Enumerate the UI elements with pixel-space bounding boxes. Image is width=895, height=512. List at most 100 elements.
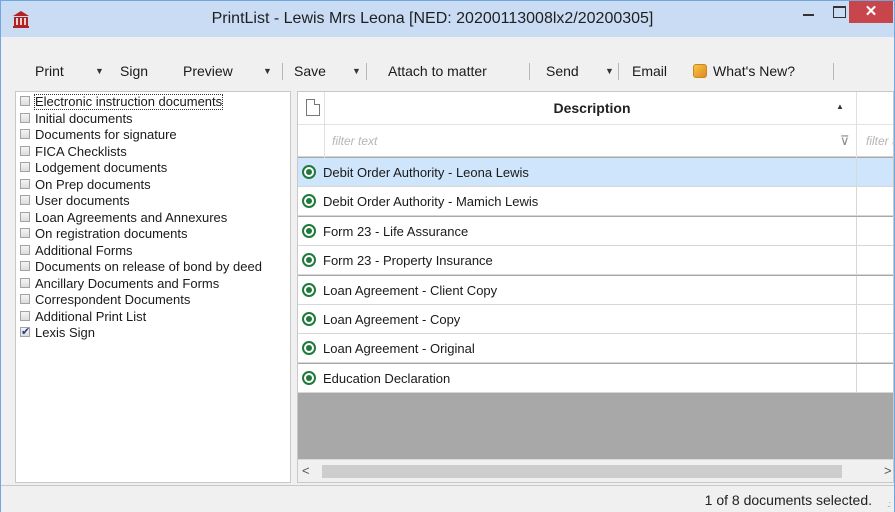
grid-header: Description ▲	[298, 92, 893, 125]
checkbox[interactable]	[20, 325, 30, 339]
document-row[interactable]: Form 23 - Property Insurance	[298, 246, 893, 276]
checkbox-label: Ancillary Documents and Forms	[35, 275, 220, 291]
resize-grip-icon[interactable]: .:	[887, 499, 891, 509]
filter-divider	[856, 125, 857, 158]
document-row[interactable]: Loan Agreement - Copy	[298, 305, 893, 334]
cell-divider	[856, 187, 857, 217]
title-bar[interactable]: PrintList - Lewis Mrs Leona [NED: 202001…	[1, 1, 894, 37]
lexis-sign-icon	[302, 312, 316, 326]
close-button[interactable]: ✕	[849, 1, 893, 23]
toolbar-separator	[833, 63, 834, 80]
checkbox-label: Additional Forms	[35, 242, 133, 258]
lexis-sign-icon	[302, 341, 316, 356]
header-divider	[856, 92, 857, 125]
checkbox[interactable]	[20, 162, 30, 172]
checkbox[interactable]	[20, 129, 30, 139]
document-row[interactable]: Loan Agreement - Client Copy	[298, 275, 893, 305]
checkbox-label: Electronic instruction documents	[33, 94, 224, 110]
preview-dropdown-icon[interactable]: ▼	[263, 55, 272, 87]
send-dropdown-icon[interactable]: ▼	[605, 55, 614, 87]
description-column-header[interactable]: Description	[322, 100, 862, 116]
cell-divider	[856, 246, 857, 276]
document-category-list: Electronic instruction documents Initial …	[15, 91, 291, 483]
cell-divider	[856, 334, 857, 364]
whats-new-label: What's New?	[713, 63, 796, 79]
cell-divider	[856, 158, 857, 187]
checkbox[interactable]	[20, 294, 30, 304]
cell-divider	[856, 363, 857, 393]
checkbox-label: Documents for signature	[35, 127, 177, 142]
send-button[interactable]: Send	[546, 55, 579, 87]
whats-new-icon	[693, 64, 707, 78]
cell-divider	[856, 216, 857, 246]
horizontal-scrollbar[interactable]: < >	[298, 459, 893, 482]
toolbar: Print ▼ Sign Preview ▼ Save ▼ Attach to …	[1, 55, 894, 87]
print-dropdown-icon[interactable]: ▼	[95, 55, 104, 87]
document-row[interactable]: Debit Order Authority - Mamich Lewis	[298, 187, 893, 217]
cell-divider	[856, 305, 857, 334]
lexis-sign-icon	[302, 194, 316, 209]
checkbox[interactable]	[20, 211, 30, 222]
checkbox-label: Initial documents	[35, 110, 133, 126]
checkbox-label: FICA Checklists	[35, 143, 127, 159]
print-button[interactable]: Print	[35, 55, 64, 87]
checkbox[interactable]	[20, 228, 30, 238]
sort-ascending-icon[interactable]: ▲	[836, 102, 844, 111]
checkbox-label: User documents	[35, 193, 130, 208]
document-row[interactable]: Loan Agreement - Original	[298, 334, 893, 364]
lexis-sign-icon	[302, 165, 316, 179]
lexis-sign-icon	[302, 223, 316, 238]
checkbox[interactable]	[20, 277, 30, 288]
second-filter-input[interactable]: filter t	[866, 134, 893, 148]
checkbox[interactable]	[20, 145, 30, 156]
checkbox-label: On registration documents	[35, 226, 188, 241]
toolbar-separator	[282, 63, 283, 80]
scroll-left-icon[interactable]: <	[302, 463, 310, 478]
lexis-sign-icon	[302, 282, 316, 297]
document-description: Debit Order Authority - Mamich Lewis	[323, 194, 539, 210]
save-dropdown-icon[interactable]: ▼	[352, 55, 361, 87]
checkbox-label: Loan Agreements and Annexures	[35, 209, 228, 225]
checkbox-label: Correspondent Documents	[35, 292, 191, 307]
document-row[interactable]: Form 23 - Life Assurance	[298, 216, 893, 246]
toolbar-separator	[529, 63, 530, 80]
email-button[interactable]: Email	[632, 55, 667, 87]
status-bar: 1 of 8 documents selected. .:	[1, 485, 894, 512]
checkbox[interactable]	[20, 195, 30, 205]
checkbox-label: Lexis Sign	[35, 325, 95, 340]
description-filter-input[interactable]: filter text	[332, 134, 377, 148]
document-description: Debit Order Authority - Leona Lewis	[323, 165, 529, 180]
checkbox[interactable]	[20, 112, 30, 123]
filter-divider	[324, 125, 325, 158]
minimize-button[interactable]	[794, 1, 822, 23]
attach-to-matter-button[interactable]: Attach to matter	[388, 55, 487, 87]
checkbox-label: Additional Print List	[35, 308, 147, 324]
document-description: Loan Agreement - Client Copy	[323, 282, 498, 298]
document-row[interactable]: Debit Order Authority - Leona Lewis	[298, 158, 893, 187]
checkbox-label: On Prep documents	[35, 176, 151, 192]
close-icon: ✕	[864, 3, 878, 20]
checkbox[interactable]	[20, 244, 30, 255]
checkbox[interactable]	[20, 96, 30, 106]
sign-button[interactable]: Sign	[120, 55, 148, 87]
printlist-window: PrintList - Lewis Mrs Leona [NED: 202001…	[0, 0, 895, 512]
toolbar-separator	[618, 63, 619, 80]
cell-divider	[856, 275, 857, 305]
lexis-sign-icon	[302, 253, 316, 268]
scroll-right-icon[interactable]: >	[884, 463, 892, 478]
document-description: Form 23 - Property Insurance	[323, 253, 493, 269]
checkbox[interactable]	[20, 310, 30, 321]
document-description: Form 23 - Life Assurance	[323, 223, 469, 239]
preview-button[interactable]: Preview	[183, 55, 233, 87]
document-description: Loan Agreement - Original	[323, 341, 475, 357]
document-icon[interactable]	[306, 99, 320, 116]
documents-grid: Description ▲ filter text ⊽ filter t Deb…	[297, 91, 894, 483]
filter-icon[interactable]: ⊽	[840, 133, 850, 149]
scrollbar-thumb[interactable]	[322, 465, 842, 478]
toolbar-separator	[366, 63, 367, 80]
save-button[interactable]: Save	[294, 55, 326, 87]
document-row[interactable]: Education Declaration	[298, 363, 893, 393]
checkbox[interactable]	[20, 178, 30, 189]
whats-new-button[interactable]: What's New?	[693, 55, 795, 87]
checkbox[interactable]	[20, 261, 30, 271]
